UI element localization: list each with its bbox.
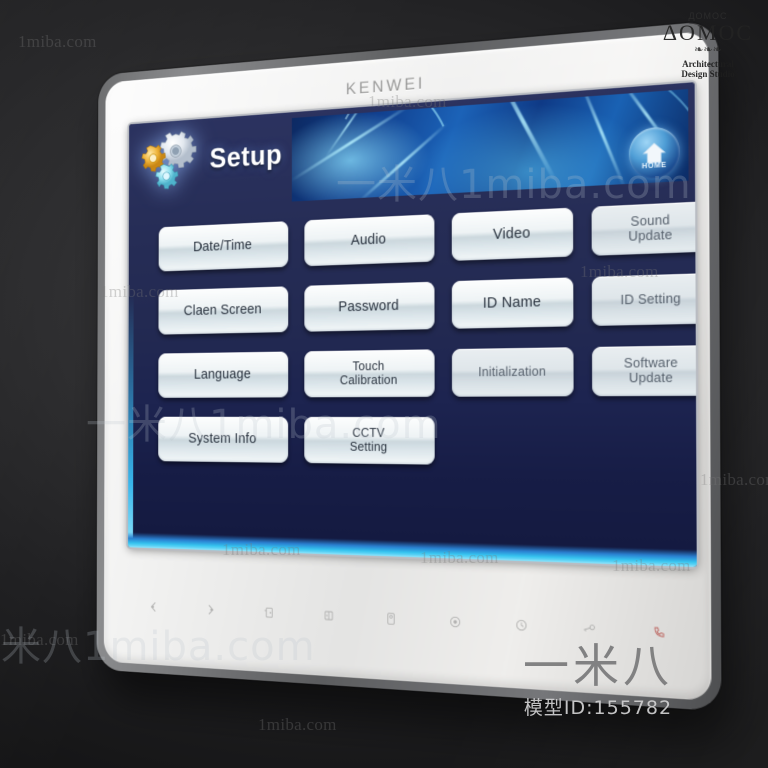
setup-button[interactable]: Date/Time bbox=[158, 221, 289, 272]
setup-button[interactable]: Sound Update bbox=[591, 201, 697, 256]
banner-streak-5 bbox=[618, 89, 676, 154]
screen-edge-glow-bottom bbox=[128, 532, 697, 568]
next-icon[interactable] bbox=[202, 600, 219, 620]
gears-icon bbox=[137, 129, 199, 195]
setup-button[interactable]: Touch Calibration bbox=[304, 349, 435, 398]
setup-button[interactable]: Software Update bbox=[592, 345, 697, 397]
house-icon bbox=[643, 142, 666, 165]
screen-edge-glow-left bbox=[128, 292, 134, 548]
capacitive-touch-bar bbox=[134, 590, 686, 652]
lcd-screen: HOME Setup Date/Time Audio Video Sound U… bbox=[128, 82, 697, 568]
banner-streak-3 bbox=[488, 89, 559, 185]
setup-button[interactable]: ID Name bbox=[451, 277, 574, 329]
device-outer-rim: KENWEI HOME Setup Date/Time Audio Video … bbox=[96, 20, 722, 712]
key-icon[interactable] bbox=[579, 618, 600, 640]
settings-icon[interactable] bbox=[511, 614, 531, 636]
lcd-screen-frame: HOME Setup Date/Time Audio Video Sound U… bbox=[128, 82, 697, 568]
call-icon[interactable] bbox=[649, 621, 670, 644]
setup-button[interactable]: Claen Screen bbox=[158, 286, 289, 335]
screen-header: Setup bbox=[137, 123, 282, 195]
setup-button[interactable]: Language bbox=[158, 351, 289, 398]
setup-button-grid: Date/Time Audio Video Sound Update Claen Scr… bbox=[158, 201, 697, 468]
record-icon[interactable] bbox=[445, 611, 464, 632]
gate-icon[interactable] bbox=[320, 605, 338, 626]
setup-button[interactable]: CCTV Setting bbox=[304, 416, 435, 465]
banner-arc-3 bbox=[445, 89, 689, 202]
unlock-door-icon[interactable] bbox=[260, 602, 278, 622]
setup-button[interactable]: Initialization bbox=[451, 347, 574, 397]
home-button[interactable]: HOME bbox=[628, 125, 680, 180]
video-intercom-monitor: KENWEI HOME Setup Date/Time Audio Video … bbox=[96, 20, 733, 743]
home-button-label: HOME bbox=[641, 161, 667, 171]
setup-button[interactable]: Password bbox=[304, 281, 435, 332]
setup-button[interactable]: ID Setting bbox=[591, 273, 697, 326]
setup-button[interactable]: Audio bbox=[304, 214, 435, 267]
screenshot-root: KENWEI HOME Setup Date/Time Audio Video … bbox=[0, 0, 768, 768]
page-title: Setup bbox=[209, 138, 283, 174]
device-bezel: KENWEI HOME Setup Date/Time Audio Video … bbox=[103, 30, 712, 701]
previous-icon[interactable] bbox=[145, 597, 162, 617]
header-banner-graphic bbox=[291, 89, 689, 202]
banner-streak-4 bbox=[576, 89, 627, 191]
setup-button[interactable]: System Info bbox=[158, 416, 289, 463]
setup-button[interactable]: Video bbox=[451, 207, 574, 261]
monitor-icon[interactable] bbox=[382, 608, 401, 629]
